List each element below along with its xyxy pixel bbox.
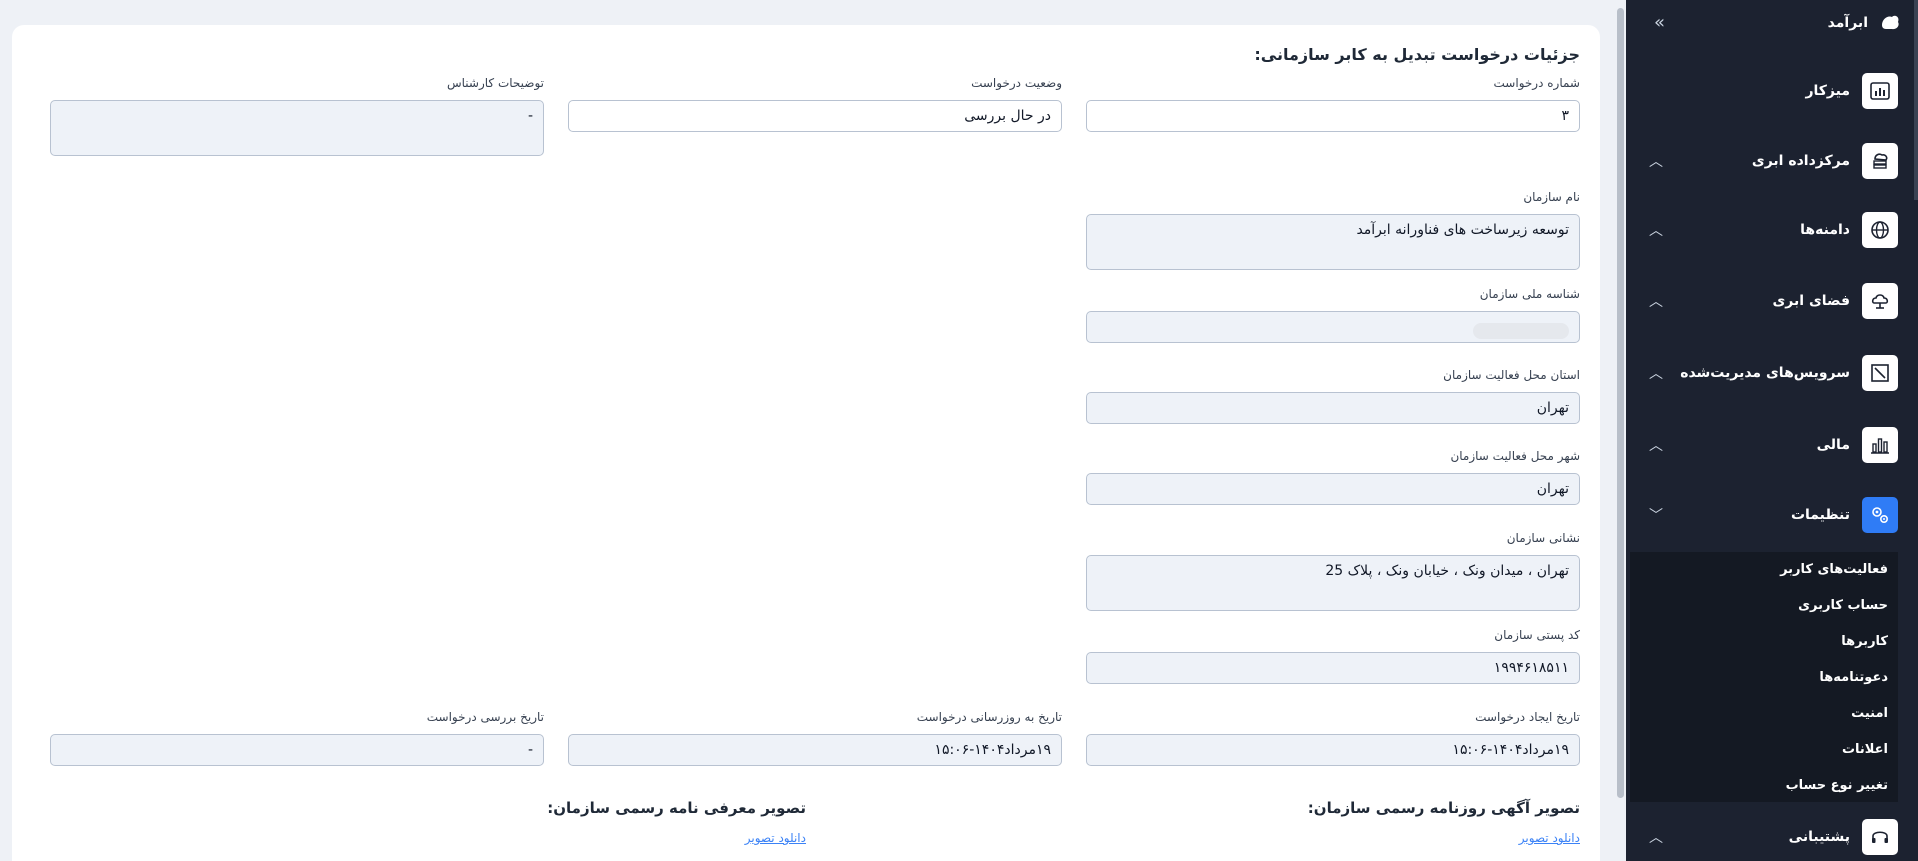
field-label: نام سازمان	[1523, 190, 1580, 204]
field-expert-notes: توضیحات کارشناس -	[50, 76, 544, 156]
submenu-item-notifications[interactable]: اعلانات	[1630, 732, 1898, 768]
created-at-value[interactable]: ۱۹مرداد۱۴۰۴-۱۵:۰۶	[1086, 734, 1580, 766]
submenu-item-user-account[interactable]: حساب کاربری	[1630, 588, 1898, 624]
sidebar-item-dashboard[interactable]: میزکار	[1646, 72, 1898, 110]
city-value[interactable]: تهران	[1086, 473, 1580, 505]
field-label: نشانی سازمان	[1506, 531, 1580, 545]
sidebar-item-label: دامنه‌ها	[1800, 222, 1850, 238]
chevron-up-icon: ︿	[1649, 223, 1663, 239]
field-org-name: نام سازمان توسعه زیرساخت های فناورانه اب…	[1086, 190, 1580, 270]
sidebar-item-finance[interactable]: مالی ︿	[1646, 426, 1898, 464]
sidebar-scrollbar[interactable]	[1914, 0, 1918, 200]
chevron-up-icon: ︿	[1649, 830, 1663, 846]
field-request-number: شماره درخواست ۳	[1086, 76, 1580, 132]
sidebar-item-label: پشتیبانی	[1788, 829, 1850, 845]
redacted-value	[1473, 322, 1569, 339]
field-created-at: تاریخ ایجاد درخواست ۱۹مرداد۱۴۰۴-۱۵:۰۶	[1086, 710, 1580, 766]
field-updated-at: تاریخ به روزرسانی درخواست ۱۹مرداد۱۴۰۴-۱۵…	[568, 710, 1062, 766]
field-label: شماره درخواست	[1493, 76, 1580, 90]
request-status-value[interactable]: در حال بررسی	[568, 100, 1062, 132]
field-label: استان محل فعالیت سازمان	[1443, 368, 1580, 382]
sidebar: ابرآمد » میزکار مرکزداده ابری ︿ دامنه‌ها…	[1626, 0, 1918, 861]
field-label: وضعیت درخواست	[971, 76, 1062, 90]
finance-chart-icon	[1862, 427, 1898, 463]
sidebar-item-cloud-space[interactable]: فضای ابری ︿	[1646, 282, 1898, 320]
submenu-item-change-account-type[interactable]: تغییر نوع حساب	[1630, 768, 1898, 804]
field-request-status: وضعیت درخواست در حال بررسی	[568, 76, 1062, 132]
main-content: جزئیات درخواست تبدیل به کابر سازمانی: شم…	[0, 0, 1626, 861]
collapse-sidebar-icon[interactable]: »	[1654, 12, 1665, 33]
chevron-down-icon: ﹀	[1649, 508, 1663, 524]
postal-code-value[interactable]: ۱۹۹۴۶۱۸۵۱۱	[1086, 652, 1580, 684]
sidebar-item-label: سرویس‌های مدیریت‌شده	[1680, 365, 1850, 381]
submenu-item-invitations[interactable]: دعوتنامه‌ها	[1630, 660, 1898, 696]
page-title: جزئیات درخواست تبدیل به کابر سازمانی:	[1254, 45, 1580, 64]
request-details-card: جزئیات درخواست تبدیل به کابر سازمانی: شم…	[12, 25, 1600, 861]
dashboard-chart-icon	[1862, 73, 1898, 109]
field-label: تاریخ به روزرسانی درخواست	[916, 710, 1062, 724]
expert-notes-value[interactable]: -	[50, 100, 544, 156]
national-id-value[interactable]	[1086, 311, 1580, 343]
field-label: کد پستی سازمان	[1494, 628, 1580, 642]
chevron-up-icon: ︿	[1649, 294, 1663, 310]
brand[interactable]: ابرآمد	[1828, 8, 1902, 38]
reviewed-at-value[interactable]: -	[50, 734, 544, 766]
download-gazette-link[interactable]: دانلود تصویر	[1519, 831, 1580, 845]
field-label: شهر محل فعالیت سازمان	[1450, 449, 1580, 463]
org-name-value[interactable]: توسعه زیرساخت های فناورانه ابرآمد	[1086, 214, 1580, 270]
cloud-storage-icon	[1862, 283, 1898, 319]
sidebar-item-settings[interactable]: تنظیمات ﹀	[1646, 496, 1898, 534]
field-label: توضیحات کارشناس	[446, 76, 544, 90]
field-address: نشانی سازمان تهران ، میدان ونک ، خیابان …	[1086, 531, 1580, 611]
sidebar-item-label: میزکار	[1805, 83, 1850, 99]
field-label: تاریخ ایجاد درخواست	[1475, 710, 1580, 724]
headset-icon	[1862, 819, 1898, 855]
chevron-up-icon: ︿	[1649, 438, 1663, 454]
field-reviewed-at: تاریخ بررسی درخواست -	[50, 710, 544, 766]
submenu-item-users[interactable]: کاربرها	[1630, 624, 1898, 660]
settings-submenu: فعالیت‌های کاربر حساب کاربری کاربرها دعو…	[1630, 552, 1898, 802]
field-label: تاریخ بررسی درخواست	[426, 710, 544, 724]
sidebar-item-support[interactable]: پشتیبانی ︿	[1646, 818, 1898, 856]
intro-letter-image-title: تصویر معرفی نامه رسمی سازمان:	[547, 799, 806, 817]
updated-at-value[interactable]: ۱۹مرداد۱۴۰۴-۱۵:۰۶	[568, 734, 1062, 766]
request-number-value[interactable]: ۳	[1086, 100, 1580, 132]
download-intro-letter-link[interactable]: دانلود تصویر	[745, 831, 806, 845]
scrollbar-thumb[interactable]	[1617, 8, 1624, 798]
field-province: استان محل فعالیت سازمان تهران	[1086, 368, 1580, 424]
field-city: شهر محل فعالیت سازمان تهران	[1086, 449, 1580, 505]
settings-gears-icon	[1862, 497, 1898, 533]
field-postal-code: کد پستی سازمان ۱۹۹۴۶۱۸۵۱۱	[1086, 628, 1580, 684]
field-label: شناسه ملی سازمان	[1479, 287, 1580, 301]
datacenter-icon	[1862, 143, 1898, 179]
chevron-up-icon: ︿	[1649, 366, 1663, 382]
sidebar-item-label: فضای ابری	[1772, 293, 1850, 309]
globe-icon	[1862, 212, 1898, 248]
sidebar-item-managed-services[interactable]: سرویس‌های مدیریت‌شده ︿	[1646, 354, 1898, 392]
sidebar-item-label: مالی	[1816, 437, 1850, 453]
main-scrollbar[interactable]	[1614, 0, 1626, 861]
sidebar-item-label: تنظیمات	[1790, 507, 1850, 523]
gazette-image-title: تصویر آگهی روزنامه رسمی سازمان:	[1307, 799, 1580, 817]
sidebar-item-label: مرکزداده ابری	[1751, 153, 1850, 169]
managed-services-icon	[1862, 355, 1898, 391]
sidebar-item-cloud-datacenter[interactable]: مرکزداده ابری ︿	[1646, 142, 1898, 180]
brand-logo-icon	[1878, 11, 1902, 35]
brand-name: ابرآمد	[1827, 15, 1868, 31]
province-value[interactable]: تهران	[1086, 392, 1580, 424]
chevron-up-icon: ︿	[1649, 154, 1663, 170]
address-value[interactable]: تهران ، میدان ونک ، خیابان ونک ، پلاک 25	[1086, 555, 1580, 611]
submenu-item-security[interactable]: امنیت	[1630, 696, 1898, 732]
submenu-item-user-activities[interactable]: فعالیت‌های کاربر	[1630, 552, 1898, 588]
field-national-id: شناسه ملی سازمان	[1086, 287, 1580, 343]
sidebar-item-domains[interactable]: دامنه‌ها ︿	[1646, 211, 1898, 249]
